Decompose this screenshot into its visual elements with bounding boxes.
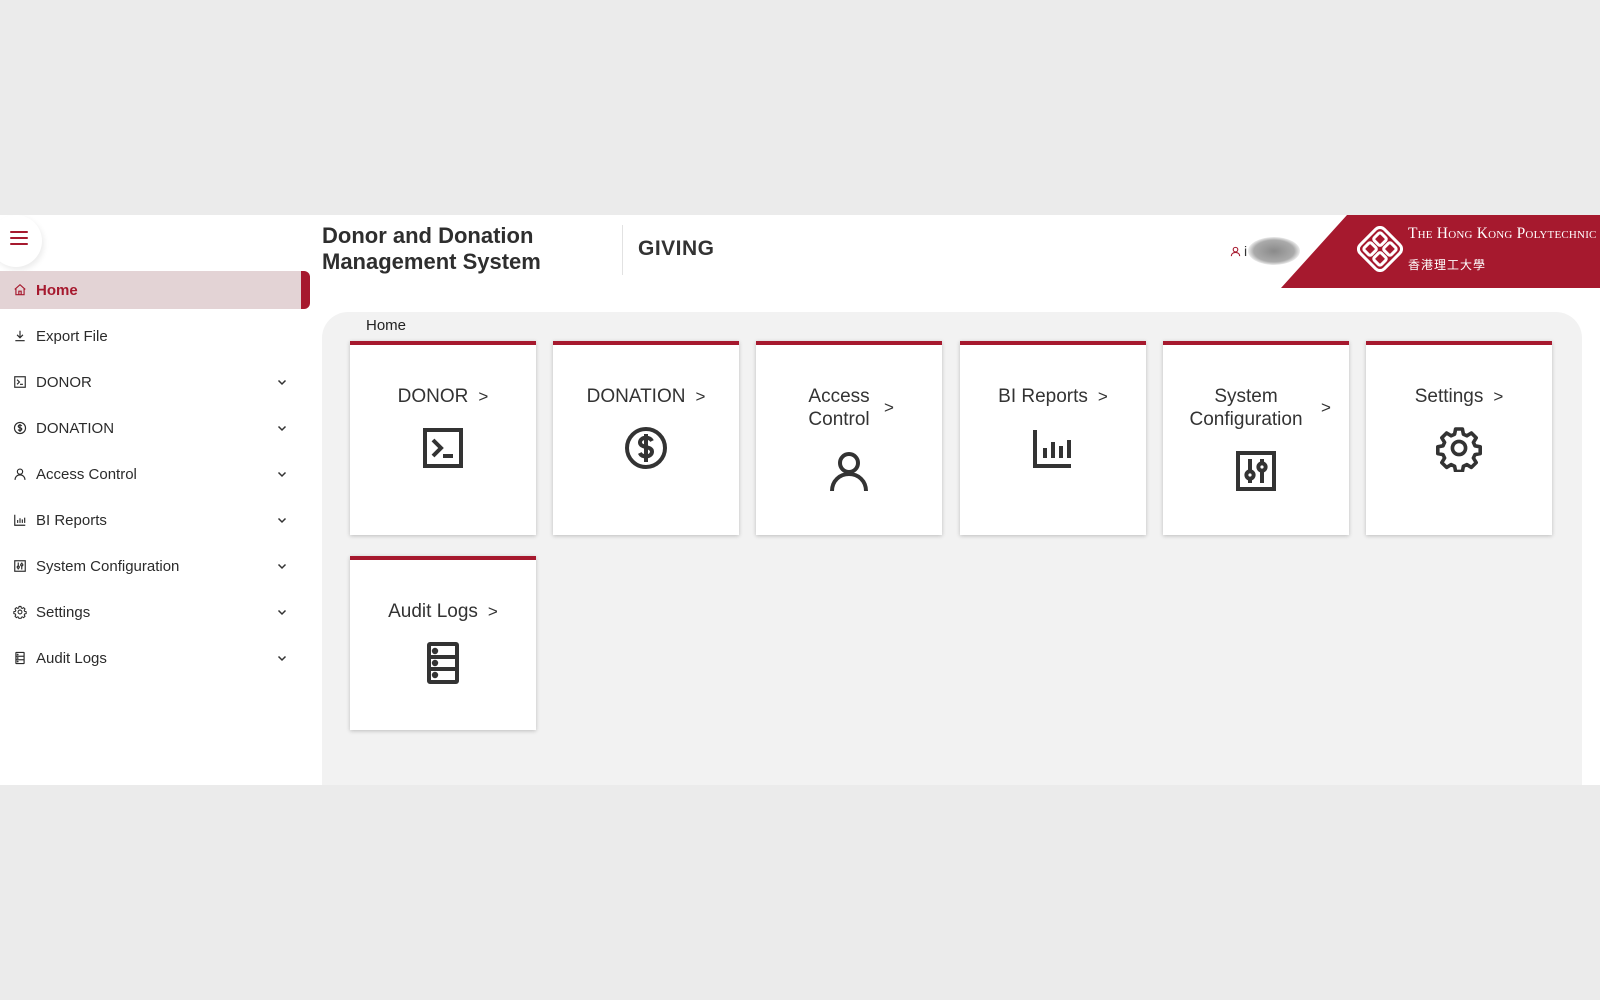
sidebar-item-label: System Configuration: [36, 557, 180, 575]
chevron-right-icon: >: [1493, 386, 1504, 406]
chevron-right-icon: >: [884, 398, 894, 417]
chevron-right-icon: >: [487, 601, 498, 621]
dollar-icon: [12, 421, 27, 436]
app-window: Home Export File DONOR DONATION Access C…: [0, 215, 1600, 785]
university-name-en: The Hong Kong Polytechnic University: [1408, 225, 1600, 242]
chevron-down-icon[interactable]: [276, 421, 288, 433]
chevron-down-icon[interactable]: [276, 559, 288, 571]
gear-icon: [12, 605, 27, 620]
card-title-row: BI Reports >: [960, 385, 1146, 408]
module-card-access-control[interactable]: Access Control >: [756, 341, 942, 535]
module-card-bi-reports[interactable]: BI Reports >: [960, 341, 1146, 535]
breadcrumb[interactable]: Home: [366, 317, 406, 334]
system-title: Donor and Donation Management System: [322, 223, 541, 274]
sliders-icon: [1232, 447, 1280, 495]
sidebar-nav: Home Export File DONOR DONATION Access C…: [0, 271, 310, 685]
hamburger-icon[interactable]: [8, 227, 30, 249]
user-menu[interactable]: i: [1230, 237, 1301, 265]
module-card-audit-logs[interactable]: Audit Logs >: [350, 556, 536, 730]
app-name: GIVING: [638, 237, 715, 260]
card-title-row: Audit Logs >: [350, 600, 536, 623]
terminal-icon: [12, 375, 27, 390]
user-icon: [12, 467, 27, 482]
server-icon: [419, 639, 467, 687]
sidebar-item-label: Access Control: [36, 465, 137, 483]
card-title-row: System Configuration >: [1163, 385, 1349, 431]
server-icon: [12, 651, 27, 666]
chevron-right-icon: >: [478, 386, 489, 406]
card-label: Settings: [1414, 386, 1484, 407]
module-card-donation[interactable]: DONATION >: [553, 341, 739, 535]
user-name-redacted: [1248, 237, 1301, 265]
main-panel: Home DONOR > DONATION > Access Control > BI Re…: [322, 312, 1582, 785]
card-label: DONATION: [586, 386, 686, 407]
sidebar-item-label: Export File: [36, 327, 108, 345]
bar-chart-icon: [12, 513, 27, 528]
sidebar-item-label: BI Reports: [36, 511, 107, 529]
sidebar-item-donor[interactable]: DONOR: [0, 363, 310, 401]
sidebar-item-audit-logs[interactable]: Audit Logs: [0, 639, 310, 677]
user-icon: [825, 447, 873, 495]
sidebar-item-bi-reports[interactable]: BI Reports: [0, 501, 310, 539]
chevron-down-icon[interactable]: [276, 375, 288, 387]
card-title-row: Access Control >: [756, 385, 942, 431]
sidebar-item-access-control[interactable]: Access Control: [0, 455, 310, 493]
chevron-right-icon: >: [1097, 386, 1108, 406]
polyu-logo-icon: [1357, 226, 1403, 272]
chevron-right-icon: >: [695, 386, 706, 406]
sliders-icon: [12, 559, 27, 574]
user-name: i: [1244, 243, 1248, 259]
chevron-down-icon[interactable]: [276, 467, 288, 479]
card-label: Audit Logs: [388, 601, 478, 622]
user-icon: [1230, 246, 1241, 256]
dollar-icon: [622, 424, 670, 472]
sidebar-item-settings[interactable]: Settings: [0, 593, 310, 631]
sidebar-item-label: Audit Logs: [36, 649, 107, 667]
download-icon: [12, 329, 27, 344]
card-label: DONOR: [397, 386, 469, 407]
university-name-zh: 香港理工大學: [1408, 258, 1487, 272]
bar-chart-icon: [1029, 424, 1077, 472]
chevron-down-icon[interactable]: [276, 513, 288, 525]
module-card-system-configuration[interactable]: System Configuration >: [1163, 341, 1349, 535]
sidebar-item-label: Home: [36, 281, 78, 299]
module-card-settings[interactable]: Settings >: [1366, 341, 1552, 535]
sidebar-item-home[interactable]: Home: [0, 271, 310, 309]
sidebar-item-donation[interactable]: DONATION: [0, 409, 310, 447]
chevron-down-icon[interactable]: [276, 605, 288, 617]
university-logo: The Hong Kong Polytechnic University 香港理…: [1281, 215, 1600, 288]
home-icon: [12, 283, 27, 298]
card-title-row: Settings >: [1366, 385, 1552, 408]
card-label: System Configuration: [1189, 386, 1303, 430]
sidebar-item-label: Settings: [36, 603, 91, 621]
card-label: Access Control: [808, 386, 870, 430]
sidebar-item-label: DONATION: [36, 419, 115, 437]
module-card-donor[interactable]: DONOR >: [350, 341, 536, 535]
card-label: BI Reports: [998, 386, 1088, 407]
header-divider: [622, 225, 623, 275]
sidebar-item-system-configuration[interactable]: System Configuration: [0, 547, 310, 585]
chevron-down-icon[interactable]: [276, 651, 288, 663]
sidebar-item-export-file[interactable]: Export File: [0, 317, 310, 355]
gear-icon: [1435, 424, 1483, 474]
sidebar-item-label: DONOR: [36, 373, 92, 391]
card-title-row: DONOR >: [350, 385, 536, 408]
card-title-row: DONATION >: [553, 385, 739, 408]
terminal-icon: [419, 424, 467, 472]
chevron-right-icon: >: [1321, 398, 1331, 417]
